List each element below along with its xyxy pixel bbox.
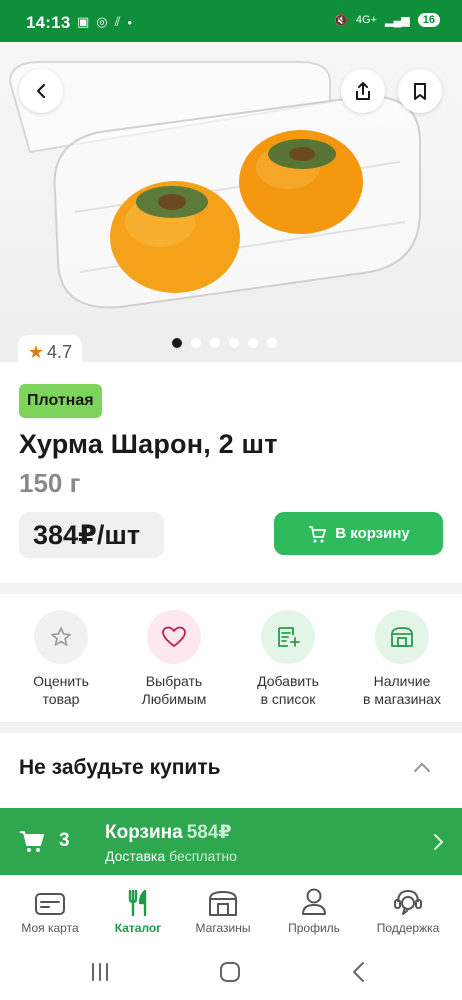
bottom-tab-bar: Моя карта Каталог Магазины Профиль Подде… bbox=[0, 875, 462, 945]
pagination-dot[interactable] bbox=[248, 338, 258, 348]
profile-icon bbox=[302, 888, 326, 915]
cart-title: Корзина 584₽ bbox=[105, 822, 232, 843]
product-title: Хурма Шарон, 2 шт bbox=[19, 429, 278, 459]
action-label: Добавить в список bbox=[257, 673, 319, 707]
section-title: Не забудьте купить bbox=[19, 756, 221, 779]
list-add-icon bbox=[261, 610, 315, 664]
battery-indicator: 16 bbox=[417, 13, 440, 27]
status-time: 14:13 bbox=[26, 13, 71, 32]
action-label: Оценить товар bbox=[33, 673, 89, 707]
favorite-action[interactable]: Выбрать Любимым bbox=[116, 610, 232, 708]
cart-summary-bar[interactable]: 3 Корзина 584₽ Доставка бесплатно bbox=[0, 808, 462, 875]
add-to-cart-button[interactable]: В корзину bbox=[274, 512, 443, 555]
cutlery-icon bbox=[128, 889, 147, 917]
star-icon: ★ bbox=[27, 341, 45, 362]
product-price: 384₽/шт bbox=[19, 512, 164, 558]
mute-icon: 🔇 bbox=[334, 14, 348, 27]
persimmon-photo bbox=[8, 61, 421, 309]
delivery-info: Доставка бесплатно bbox=[105, 848, 237, 864]
signal-slash-icon: ⫽ bbox=[114, 14, 121, 29]
store-icon bbox=[209, 891, 237, 916]
network-type: 4G+ bbox=[355, 14, 378, 26]
cart-count: 3 bbox=[59, 830, 70, 851]
pagination-dot[interactable] bbox=[191, 338, 201, 348]
action-label: Выбрать Любимым bbox=[141, 673, 207, 707]
chevron-up-icon[interactable] bbox=[410, 757, 434, 779]
whatsapp-icon: ◎ bbox=[96, 14, 108, 29]
rating-badge: ★ 4.7 bbox=[18, 335, 82, 362]
signal-icon: ▂▄▆ bbox=[385, 14, 410, 27]
add-to-cart-label: В корзину bbox=[335, 525, 410, 542]
product-image[interactable]: ★ 4.7 bbox=[0, 42, 462, 362]
tab-profile[interactable]: Профиль bbox=[268, 885, 360, 935]
pagination-dot[interactable] bbox=[229, 338, 239, 348]
cart-total: 584₽ bbox=[186, 822, 232, 843]
tab-catalog[interactable]: Каталог bbox=[92, 885, 184, 935]
support-icon bbox=[394, 889, 422, 915]
bookmark-button[interactable] bbox=[398, 69, 442, 113]
product-badge: Плотная bbox=[19, 384, 102, 418]
status-bar: 14:13 ▣ ◎ ⫽ • 🔇 4G+ ▂▄▆ 16 bbox=[0, 0, 462, 42]
dot-icon: • bbox=[127, 14, 133, 30]
store-icon bbox=[375, 610, 429, 664]
product-actions: Оценить товар Выбрать Любимым Добавить в сп… bbox=[0, 610, 462, 710]
back-nav-icon[interactable] bbox=[348, 960, 370, 984]
pagination-dot[interactable] bbox=[172, 338, 182, 348]
system-navigation-bar bbox=[0, 945, 462, 1000]
chevron-right-icon bbox=[433, 833, 444, 851]
home-icon[interactable] bbox=[218, 960, 242, 984]
action-label: Наличие в магазинах bbox=[363, 673, 441, 707]
rating-value: 4.7 bbox=[47, 341, 73, 362]
rate-product-action[interactable]: Оценить товар bbox=[3, 610, 119, 708]
recent-apps-icon[interactable] bbox=[88, 961, 112, 983]
sim-icon: ▣ bbox=[77, 14, 90, 29]
tab-stores[interactable]: Магазины bbox=[177, 885, 269, 935]
status-notification-icons: ▣ ◎ ⫽ • bbox=[77, 14, 132, 30]
heart-icon bbox=[147, 610, 201, 664]
star-icon bbox=[34, 610, 88, 664]
pagination-dot[interactable] bbox=[210, 338, 220, 348]
status-system-icons: 🔇 4G+ ▂▄▆ 16 bbox=[334, 13, 440, 27]
pagination-dot[interactable] bbox=[267, 338, 277, 348]
divider bbox=[0, 722, 462, 733]
cart-icon bbox=[309, 525, 327, 542]
chevron-left-icon bbox=[36, 83, 46, 99]
divider bbox=[0, 583, 462, 594]
card-icon bbox=[35, 893, 65, 915]
image-pagination bbox=[172, 338, 277, 348]
back-button[interactable] bbox=[19, 69, 63, 113]
tab-support[interactable]: Поддержка bbox=[362, 885, 454, 935]
bookmark-icon bbox=[414, 83, 426, 100]
share-icon bbox=[356, 82, 370, 100]
tab-my-card[interactable]: Моя карта bbox=[4, 885, 96, 935]
cart-icon bbox=[20, 831, 44, 852]
share-button[interactable] bbox=[341, 69, 385, 113]
store-availability-action[interactable]: Наличие в магазинах bbox=[344, 610, 460, 708]
product-weight: 150 г bbox=[19, 468, 81, 498]
add-to-list-action[interactable]: Добавить в список bbox=[230, 610, 346, 708]
